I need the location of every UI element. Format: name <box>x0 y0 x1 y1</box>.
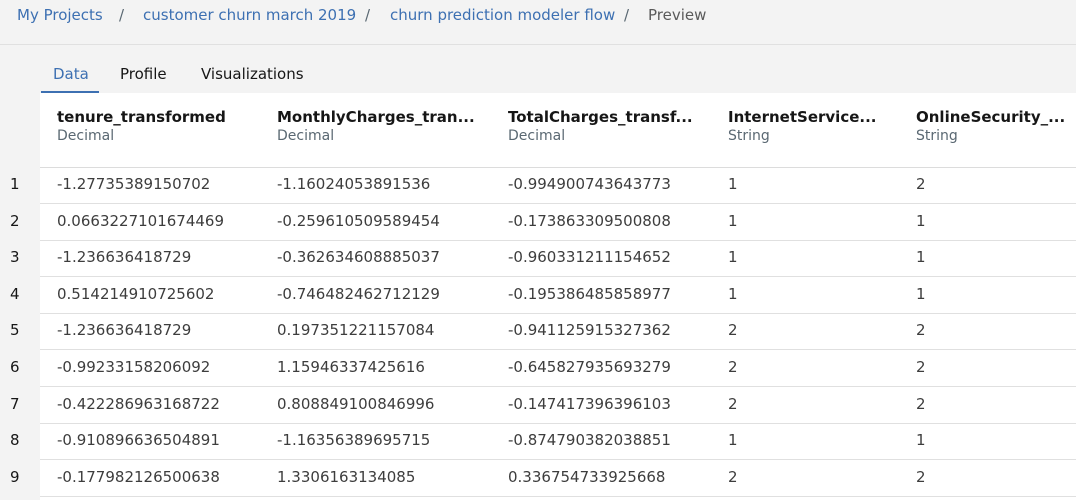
table-cell[interactable]: 2 <box>728 321 738 339</box>
table-cell[interactable]: 1 <box>916 212 926 230</box>
table-cell[interactable]: 1 <box>916 431 926 449</box>
column-header-name[interactable]: InternetService... <box>728 108 876 126</box>
table-cell[interactable]: -0.910896636504891 <box>57 431 220 449</box>
table-row[interactable]: 8 -0.910896636504891 -1.16356389695715 -0.8… <box>0 423 1076 461</box>
column-header-type: Decimal <box>57 128 115 144</box>
table-cell[interactable]: -1.16024053891536 <box>277 175 430 193</box>
table-cell[interactable]: -0.994900743643773 <box>508 175 671 193</box>
table-cell[interactable]: 1 <box>728 175 738 193</box>
row-number: 4 <box>10 284 20 303</box>
table-cell[interactable]: 1 <box>728 212 738 230</box>
table-cell[interactable]: 2 <box>916 468 926 486</box>
table-cell[interactable]: 1 <box>916 285 926 303</box>
table-cell[interactable]: 0.336754733925668 <box>508 468 665 486</box>
table-cell[interactable]: -0.259610509589454 <box>277 212 440 230</box>
table-cell[interactable]: -0.177982126500638 <box>57 468 220 486</box>
breadcrumb-current: Preview <box>648 6 707 24</box>
table-cell[interactable]: 0.0663227101674469 <box>57 212 224 230</box>
table-cell[interactable]: 0.197351221157084 <box>277 321 434 339</box>
table-header: tenure_transformed Decimal MonthlyCharge… <box>40 93 1076 168</box>
breadcrumb: My Projects / customer churn march 2019 … <box>0 0 1076 45</box>
table-cell[interactable]: -0.173863309500808 <box>508 212 671 230</box>
tab-visualizations[interactable]: Visualizations <box>201 65 304 83</box>
table-cell[interactable]: 1 <box>728 285 738 303</box>
table-row[interactable]: 7 -0.422286963168722 0.808849100846996 -0.1… <box>0 387 1076 424</box>
table-cell[interactable]: 0.808849100846996 <box>277 395 434 413</box>
row-number: 8 <box>10 431 20 450</box>
table-cell[interactable]: 1.3306163134085 <box>277 468 415 486</box>
column-header-type: Decimal <box>508 128 566 144</box>
table-cell[interactable]: 2 <box>916 395 926 413</box>
table-cell[interactable]: -0.941125915327362 <box>508 321 671 339</box>
table-row[interactable]: 5 -1.236636418729 0.197351221157084 -0.9411… <box>0 313 1076 351</box>
table-row[interactable]: 6 -0.99233158206092 1.15946337425616 -0.645… <box>0 350 1076 387</box>
table-cell[interactable]: 2 <box>916 321 926 339</box>
column-header-name[interactable]: tenure_transformed <box>57 108 226 126</box>
breadcrumb-separator: / <box>624 6 630 24</box>
table-row[interactable]: 4 0.514214910725602 -0.746482462712129 -0.1… <box>0 277 1076 314</box>
column-header-name[interactable]: OnlineSecurity_... <box>916 108 1065 126</box>
table-cell[interactable]: -0.874790382038851 <box>508 431 671 449</box>
breadcrumb-project[interactable]: customer churn march 2019 <box>143 6 356 24</box>
column-header-type: String <box>728 128 770 144</box>
row-divider <box>40 495 1076 497</box>
table-row[interactable]: 9 -0.177982126500638 1.3306163134085 0.3367… <box>0 460 1076 497</box>
tab-bar: Data Profile Visualizations <box>0 45 1076 93</box>
table-cell[interactable]: 1.15946337425616 <box>277 358 425 376</box>
row-number: 3 <box>10 248 20 267</box>
table-cell[interactable]: 2 <box>728 395 738 413</box>
table-row[interactable]: 3 -1.236636418729 -0.362634608885037 -0.960… <box>0 240 1076 278</box>
breadcrumb-flow[interactable]: churn prediction modeler flow <box>390 6 615 24</box>
table-cell[interactable]: -1.236636418729 <box>57 321 191 339</box>
row-number: 9 <box>10 467 20 486</box>
row-number: 5 <box>10 321 20 340</box>
table-row[interactable]: 2 0.0663227101674469 -0.259610509589454 -0.… <box>0 204 1076 241</box>
table-cell[interactable]: -0.362634608885037 <box>277 248 440 266</box>
table-cell[interactable]: -0.746482462712129 <box>277 285 440 303</box>
table-cell[interactable]: -0.147417396396103 <box>508 395 671 413</box>
table-cell[interactable]: 1 <box>728 248 738 266</box>
column-header-name[interactable]: TotalCharges_transf... <box>508 108 693 126</box>
table-cell[interactable]: 2 <box>916 358 926 376</box>
column-header-type: String <box>916 128 958 144</box>
row-number: 7 <box>10 394 20 413</box>
table-cell[interactable]: -0.99233158206092 <box>57 358 210 376</box>
column-header-type: Decimal <box>277 128 335 144</box>
column-header-name[interactable]: MonthlyCharges_tran... <box>277 108 475 126</box>
table-cell[interactable]: 1 <box>728 431 738 449</box>
table-cell[interactable]: -0.195386485858977 <box>508 285 671 303</box>
tab-profile[interactable]: Profile <box>120 65 167 83</box>
data-table: tenure_transformed Decimal MonthlyCharge… <box>0 93 1076 500</box>
table-row[interactable]: 1 -1.27735389150702 -1.16024053891536 -0.99… <box>0 167 1076 204</box>
table-cell[interactable]: -1.16356389695715 <box>277 431 430 449</box>
tab-data[interactable]: Data <box>53 65 89 83</box>
table-cell[interactable]: 0.514214910725602 <box>57 285 214 303</box>
table-cell[interactable]: 2 <box>728 468 738 486</box>
table-cell[interactable]: -1.27735389150702 <box>57 175 210 193</box>
table-cell[interactable]: -1.236636418729 <box>57 248 191 266</box>
row-number: 6 <box>10 358 20 376</box>
table-cell[interactable]: -0.422286963168722 <box>57 395 220 413</box>
table-cell[interactable]: 2 <box>916 175 926 193</box>
breadcrumb-separator: / <box>119 6 125 24</box>
table-cell[interactable]: 2 <box>728 358 738 376</box>
row-number: 2 <box>10 211 20 230</box>
table-cell[interactable]: -0.645827935693279 <box>508 358 671 376</box>
breadcrumb-my-projects[interactable]: My Projects <box>17 6 103 24</box>
breadcrumb-separator: / <box>365 6 371 24</box>
table-cell[interactable]: 1 <box>916 248 926 266</box>
table-cell[interactable]: -0.960331211154652 <box>508 248 671 266</box>
row-number: 1 <box>10 175 20 193</box>
